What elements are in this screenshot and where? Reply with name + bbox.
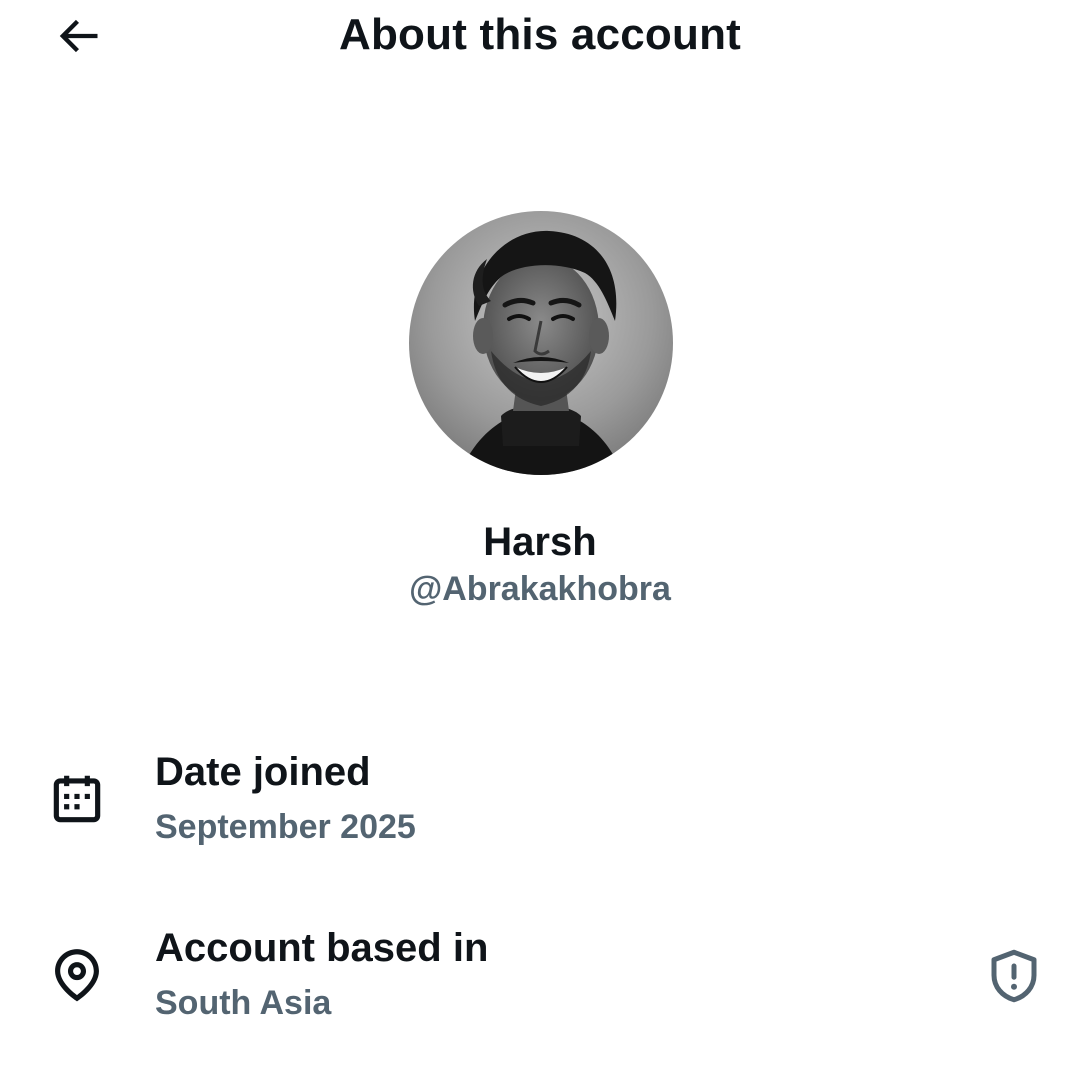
account-based-in-value: South Asia [155,984,332,1022]
top-bar: About this account [0,0,1080,80]
location-pin-icon [46,944,108,1006]
account-based-in-row: Account based in South Asia [0,922,1080,1042]
page-title: About this account [338,10,742,59]
username-handle: @Abrakakhobra [409,570,671,608]
calendar-icon [46,768,108,830]
display-name: Harsh [483,520,597,564]
avatar-photo [409,211,673,475]
shield-alert-icon [991,949,1037,1003]
date-joined-label: Date joined [155,750,371,794]
date-joined-value: September 2025 [155,808,416,846]
account-based-in-label: Account based in [155,926,489,970]
shield-alert-button[interactable] [984,946,1044,1006]
avatar[interactable] [409,211,673,475]
date-joined-row: Date joined September 2025 [0,746,1080,866]
